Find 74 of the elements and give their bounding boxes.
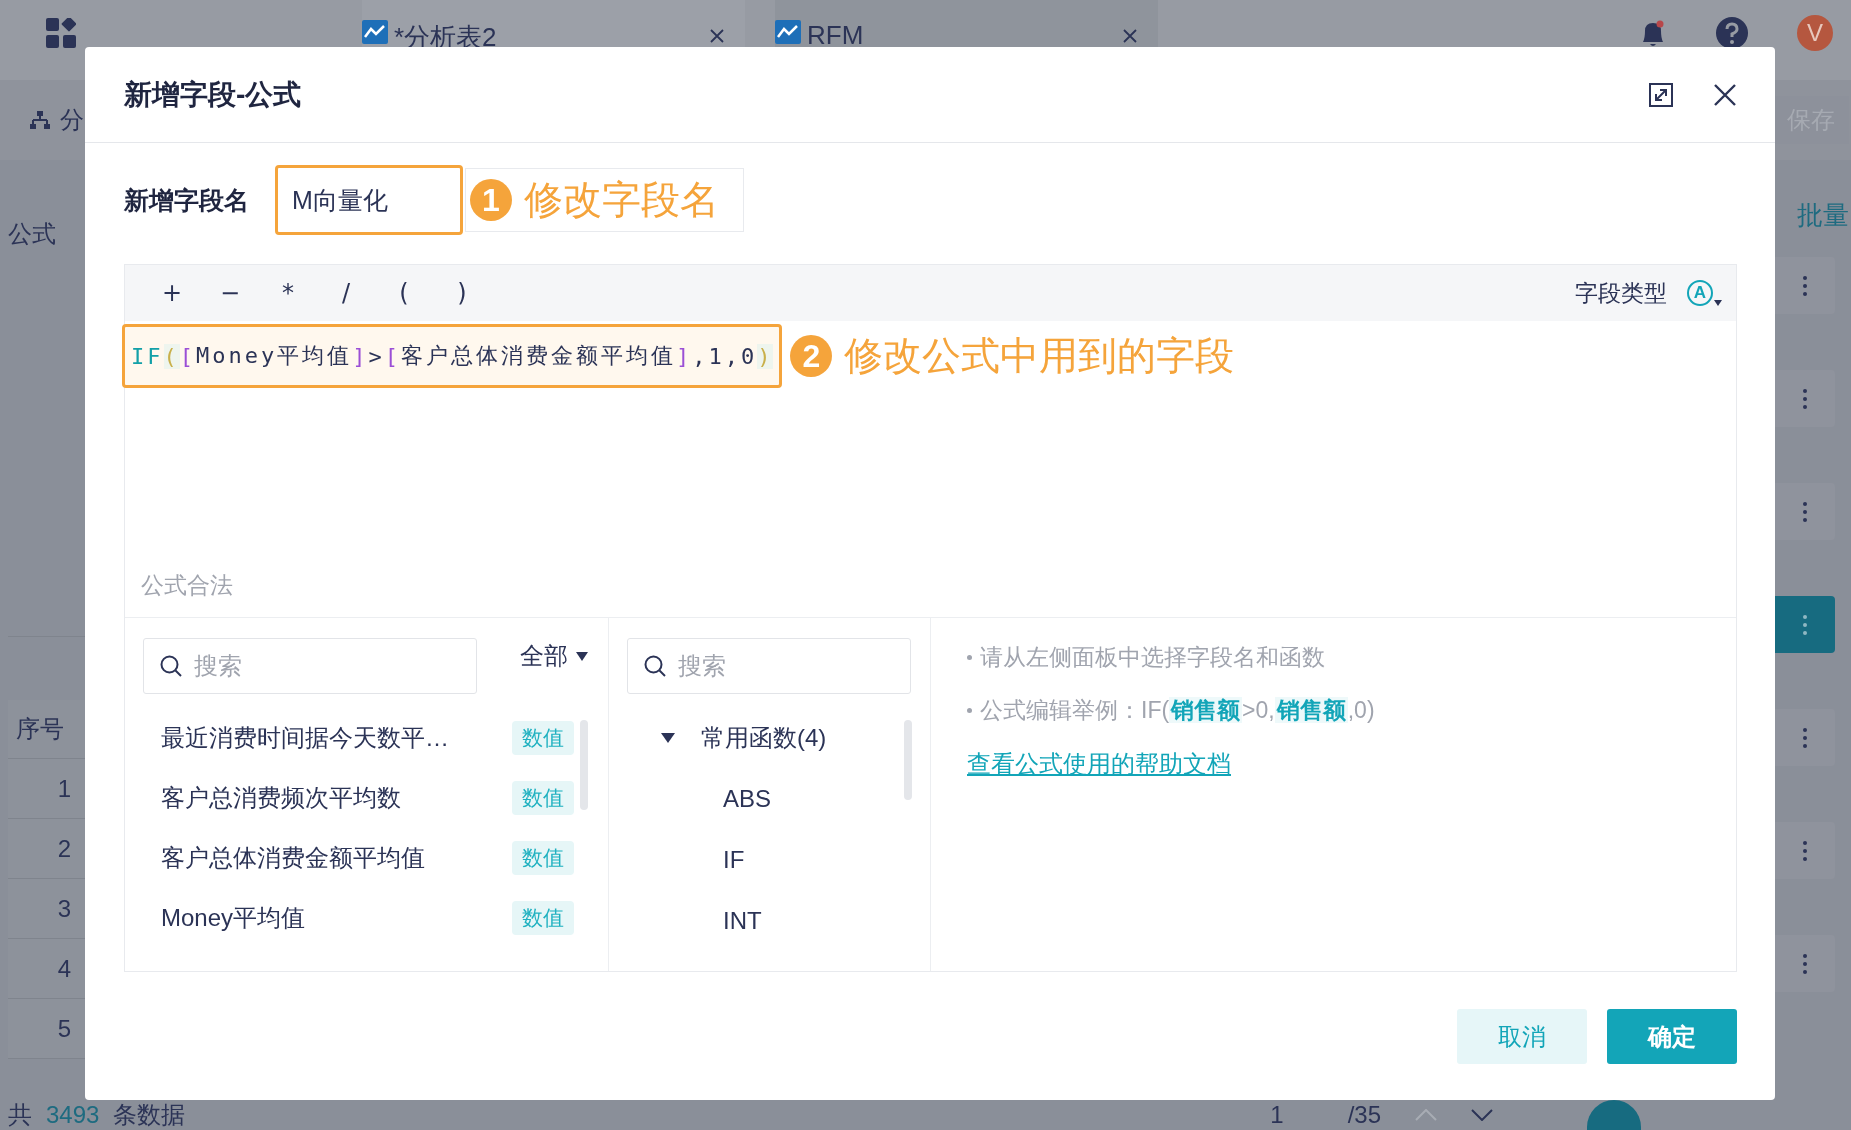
- chart-icon: [362, 20, 388, 44]
- close-icon[interactable]: [1713, 82, 1737, 107]
- step-number-badge: 1: [470, 179, 512, 221]
- more-button[interactable]: [1775, 370, 1835, 427]
- page-total: /35: [1347, 1101, 1381, 1129]
- example-text: 公式编辑举例：IF(销售额>0,销售额,0): [980, 696, 1375, 725]
- filter-dropdown[interactable]: 全部: [520, 638, 588, 672]
- formula-status: 公式合法: [141, 571, 234, 600]
- more-icon: [1803, 275, 1807, 296]
- round-button[interactable]: [1587, 1100, 1641, 1130]
- chart-icon: [775, 20, 801, 44]
- operator-button[interactable]: (: [391, 279, 417, 307]
- formula-input[interactable]: IF([Money平均值]>[客户总体消费金额平均值],1,0): [122, 324, 783, 388]
- field-name-input[interactable]: M向量化: [275, 165, 463, 235]
- function-item[interactable]: INT: [627, 890, 827, 951]
- caret-icon: [576, 651, 588, 661]
- type-tag: 数值: [512, 901, 574, 935]
- tree-group[interactable]: 常用函数(4): [627, 708, 827, 768]
- total-count: 3493: [46, 1101, 100, 1129]
- type-tag: 数值: [512, 841, 574, 875]
- step-number-badge: 2: [790, 335, 833, 377]
- total-suffix: 条数据: [113, 1100, 186, 1130]
- type-tag: 数值: [512, 721, 574, 755]
- toolbar-label: 分: [60, 105, 84, 135]
- expand-icon[interactable]: [1649, 82, 1673, 107]
- chevron-down-icon[interactable]: [1471, 1109, 1493, 1121]
- field-name-label: 新增字段名: [124, 184, 250, 216]
- caret-icon: [661, 733, 675, 743]
- field-name: Money平均值: [161, 903, 306, 933]
- more-icon: [1803, 388, 1807, 409]
- hierarchy-icon: [30, 111, 50, 129]
- annotation-text: 修改字段名: [524, 177, 719, 223]
- dialog-title: 新增字段-公式: [124, 77, 302, 112]
- field-item[interactable]: Money平均值 数值: [143, 888, 574, 948]
- field-item[interactable]: 客户总体消费金额平均值 数值: [143, 828, 574, 888]
- field-name: 客户总体消费金额平均值: [161, 843, 425, 873]
- scrollbar[interactable]: [580, 720, 588, 810]
- more-icon: [1803, 614, 1807, 635]
- more-button[interactable]: [1775, 596, 1835, 653]
- field-name: 最近消费时间据今天数平…: [161, 723, 449, 753]
- more-button[interactable]: [1775, 935, 1835, 992]
- more-icon: [1803, 953, 1807, 974]
- side-label: 公式: [8, 219, 57, 249]
- more-button[interactable]: [1775, 709, 1835, 766]
- hint-text: 请从左侧面板中选择字段名和函数: [980, 643, 1325, 672]
- help-icon[interactable]: [1715, 16, 1749, 50]
- total-prefix: 共: [8, 1100, 32, 1130]
- operator-button[interactable]: −: [217, 279, 243, 307]
- search-icon: [644, 655, 666, 677]
- operator-button[interactable]: *: [275, 279, 301, 307]
- operator-button[interactable]: /: [333, 279, 359, 307]
- scrollbar[interactable]: [904, 720, 912, 800]
- field-type-label: 字段类型: [1575, 278, 1667, 308]
- more-icon: [1803, 727, 1807, 748]
- field-name: 客户总消费频次平均数: [161, 783, 401, 813]
- more-button[interactable]: [1775, 257, 1835, 314]
- tab-label: RFM: [807, 20, 865, 51]
- function-item[interactable]: IF: [627, 829, 827, 890]
- field-item[interactable]: 最近消费时间据今天数平… 数值: [143, 708, 574, 768]
- more-icon: [1803, 501, 1807, 522]
- more-icon: [1803, 840, 1807, 861]
- annotation-text: 修改公式中用到的字段: [844, 333, 1235, 379]
- apps-icon[interactable]: [46, 18, 76, 48]
- type-tag: 数值: [512, 781, 574, 815]
- operator-button[interactable]: ): [449, 279, 475, 307]
- chevron-up-icon[interactable]: [1415, 1109, 1437, 1121]
- search-icon: [160, 655, 182, 677]
- more-button[interactable]: [1775, 483, 1835, 540]
- caret-icon: [1714, 300, 1722, 306]
- page-field[interactable]: 1: [1270, 1101, 1284, 1129]
- function-item[interactable]: ABS: [627, 768, 827, 829]
- more-button[interactable]: [1775, 822, 1835, 879]
- operator-button[interactable]: +: [159, 279, 185, 307]
- field-item[interactable]: 客户总消费频次平均数 数值: [143, 768, 574, 828]
